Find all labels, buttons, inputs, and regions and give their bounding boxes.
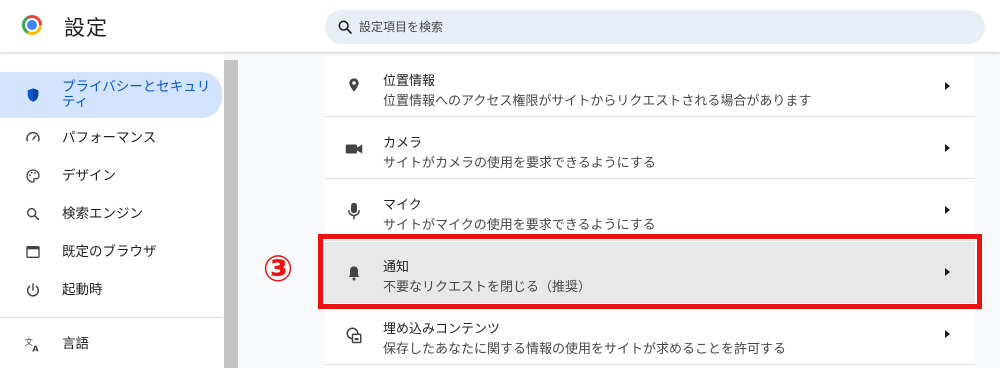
chevron-right-icon	[945, 206, 950, 214]
chevron-right-icon	[945, 330, 950, 338]
sidebar-divider	[0, 317, 222, 318]
permissions-list: 位置情報 位置情報へのアクセス権限がサイトからリクエストされる場合があります カ…	[325, 56, 975, 368]
permission-title: 通知	[383, 260, 410, 275]
sidebar-item-performance[interactable]: パフォーマンス	[0, 119, 222, 157]
power-icon	[24, 281, 42, 299]
permission-row-camera[interactable]: カメラ サイトがカメラの使用を要求できるようにする	[325, 118, 975, 179]
permission-row-location[interactable]: 位置情報 位置情報へのアクセス権限がサイトからリクエストされる場合があります	[325, 56, 975, 117]
palette-icon	[24, 167, 42, 185]
chevron-right-icon	[945, 268, 950, 276]
chrome-logo-icon	[22, 15, 42, 35]
search-icon	[338, 20, 352, 34]
search-box[interactable]	[325, 10, 985, 44]
chevron-right-icon	[945, 82, 950, 90]
permission-description: 保存したあなたに関する情報の使用をサイトが求めることを許可する	[383, 342, 787, 357]
permission-title: 位置情報	[383, 74, 436, 89]
search-input[interactable]	[359, 10, 959, 44]
sidebar-item-label: 既定のブラウザ	[62, 243, 157, 260]
sidebar-scrollbar[interactable]	[224, 60, 238, 368]
sidebar-item-default-browser[interactable]: 既定のブラウザ	[0, 233, 222, 271]
embedded-content-icon	[345, 326, 363, 344]
sidebar-item-privacy-security[interactable]: プライバシーとセキュリティ	[0, 72, 222, 118]
microphone-icon	[345, 202, 363, 220]
search-icon	[24, 205, 42, 223]
camera-icon	[345, 140, 363, 158]
sidebar-item-label: パフォーマンス	[62, 129, 157, 146]
permission-row-microphone[interactable]: マイク サイトがマイクの使用を要求できるようにする	[325, 180, 975, 241]
translate-icon: 文 A	[24, 335, 42, 353]
permission-title: マイク	[383, 198, 422, 213]
sidebar-item-languages[interactable]: 文 A 言語	[0, 325, 222, 363]
svg-text:A: A	[32, 344, 39, 354]
sidebar-item-on-startup[interactable]: 起動時	[0, 271, 222, 309]
permission-description: 不要なリクエストを閉じる（推奨）	[383, 280, 592, 295]
bell-icon	[345, 264, 363, 282]
browser-window-icon	[24, 243, 42, 261]
top-bar: 設定	[0, 0, 1000, 52]
sidebar: プライバシーとセキュリティ パフォーマンス デザイン 検索エンジン 既定のブラウ…	[0, 52, 224, 368]
location-pin-icon	[345, 76, 363, 94]
permission-title: 埋め込みコンテンツ	[383, 322, 501, 337]
permission-row-embedded-content[interactable]: 埋め込みコンテンツ 保存したあなたに関する情報の使用をサイトが求めることを許可す…	[325, 304, 975, 365]
sidebar-item-label: 言語	[62, 335, 89, 352]
sidebar-item-design[interactable]: デザイン	[0, 157, 222, 195]
speedometer-icon	[24, 129, 42, 147]
permission-description: サイトがカメラの使用を要求できるようにする	[383, 156, 656, 171]
annotation-step-number: ③	[262, 249, 294, 290]
sidebar-item-label: 検索エンジン	[62, 205, 143, 222]
chevron-right-icon	[945, 144, 950, 152]
sidebar-item-label: デザイン	[62, 167, 116, 184]
permission-description: サイトがマイクの使用を要求できるようにする	[383, 218, 656, 233]
permission-title: カメラ	[383, 136, 423, 151]
sidebar-item-label: プライバシーとセキュリティ	[62, 79, 211, 110]
shield-icon	[24, 86, 42, 104]
permission-row-notifications[interactable]: 通知 不要なリクエストを閉じる（推奨）	[325, 242, 975, 303]
sidebar-item-search-engine[interactable]: 検索エンジン	[0, 195, 222, 233]
permission-description: 位置情報へのアクセス権限がサイトからリクエストされる場合があります	[383, 94, 812, 109]
sidebar-item-label: 起動時	[62, 281, 103, 298]
page-title: 設定	[64, 16, 108, 40]
